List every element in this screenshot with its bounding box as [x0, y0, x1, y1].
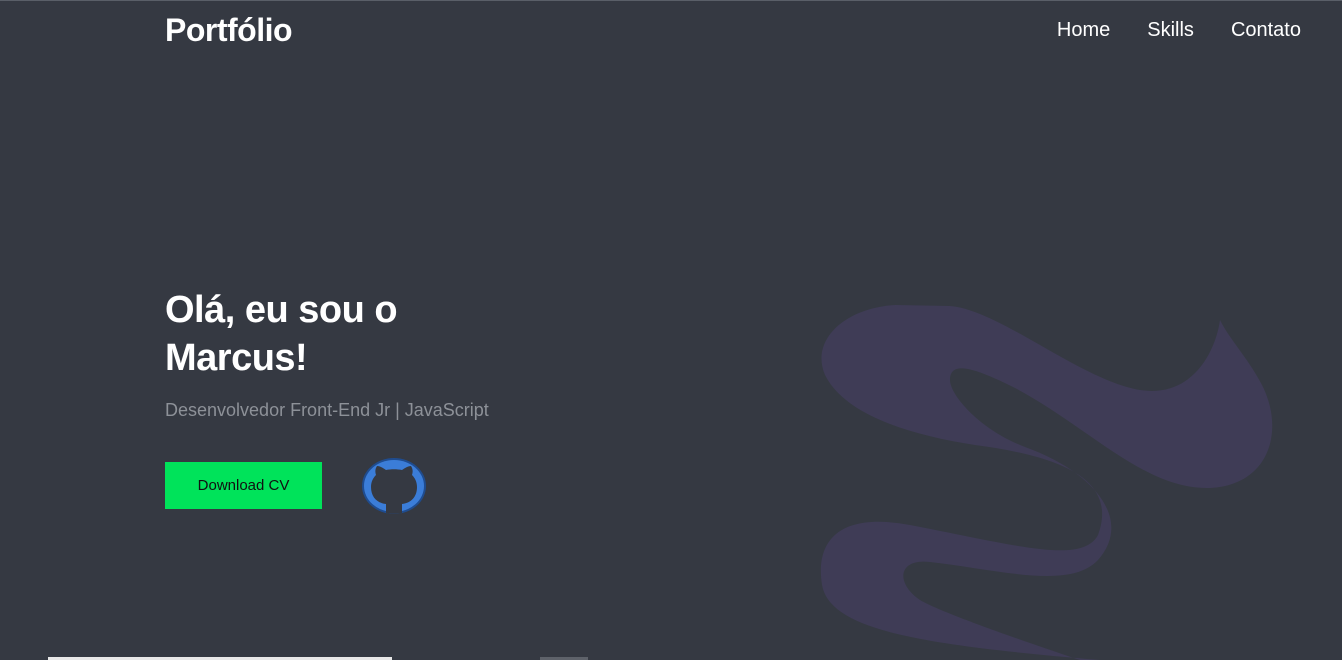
decorative-blob-shape [820, 305, 1273, 660]
hero-subtitle: Desenvolvedor Front-End Jr | JavaScript [165, 400, 489, 420]
nav-home[interactable]: Home [1057, 19, 1110, 42]
hero-title-line2: Marcus! [165, 337, 308, 379]
page: Portfólio Home Skills Contato Olá, eu so… [0, 0, 1342, 660]
main-nav: Home Skills Contato [1057, 19, 1301, 42]
top-border [0, 0, 1342, 1]
decorative-blob [820, 305, 1273, 660]
hero-title-line1: Olá, eu sou o [165, 289, 398, 331]
github-icon[interactable] [361, 457, 427, 515]
nav-skills[interactable]: Skills [1147, 19, 1194, 42]
brand-logo[interactable]: Portfólio [165, 12, 293, 49]
nav-contato[interactable]: Contato [1231, 19, 1301, 42]
hero-title: Olá, eu sou o Marcus! [165, 286, 465, 382]
download-cv-button[interactable]: Download CV [165, 462, 322, 509]
